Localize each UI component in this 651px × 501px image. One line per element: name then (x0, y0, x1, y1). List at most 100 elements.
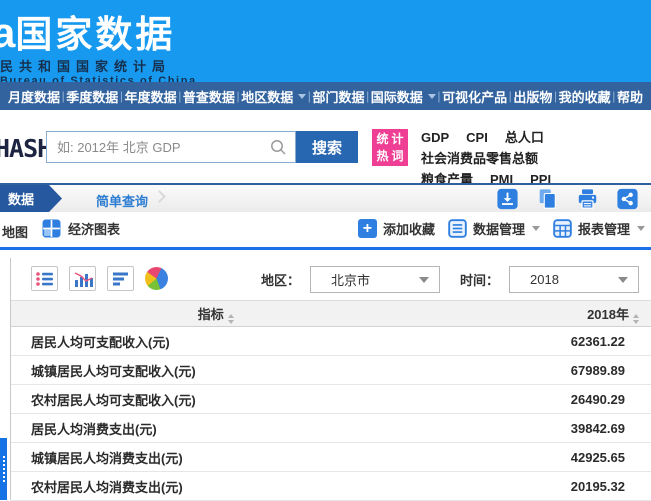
region-select[interactable]: 北京市 (310, 266, 440, 293)
toolbar-item-economic-charts[interactable]: 经济图表 (42, 219, 120, 238)
table-row[interactable]: 居民人均可支配收入(元)62361.22 (11, 327, 651, 356)
main-nav: 月度数据|季度数据|年度数据|普查数据|地区数据|部门数据|国际数据|可视化产品… (0, 82, 651, 110)
data-manage-menu[interactable]: 数据管理 (448, 219, 540, 238)
data-manage-label: 数据管理 (473, 219, 525, 238)
sidebar-expand-handle[interactable] (0, 438, 7, 500)
copy-icon[interactable] (536, 188, 559, 210)
value-cell: 20195.32 (421, 479, 651, 494)
indicator-cell: 城镇居民人均可支配收入(元) (11, 361, 421, 380)
value-cell: 39842.69 (421, 421, 651, 436)
hot-word[interactable]: 总人口 (505, 130, 544, 145)
bar-chart-view-button[interactable] (69, 266, 96, 291)
sort-icon (228, 314, 234, 324)
time-value: 2018 (510, 272, 618, 287)
region-caret-icon (419, 277, 429, 283)
nav-item-10[interactable]: 帮助 (617, 87, 643, 106)
indicator-header-label: 指标 (198, 307, 224, 322)
report-manage-icon (553, 219, 572, 238)
share-icon[interactable] (616, 188, 639, 210)
indicator-cell: 居民人均消费支出(元) (11, 419, 421, 438)
table-row[interactable]: 农村居民人均消费支出(元)20195.32 (11, 472, 651, 501)
site-logo: a 国家数据 民共和国国家统计局 Bureau of Statistics of… (0, 4, 197, 87)
list-view-button[interactable] (31, 266, 58, 291)
indicator-cell: 农村居民人均可支配收入(元) (11, 390, 421, 409)
value-cell: 67989.89 (421, 363, 651, 378)
nav-item-2[interactable]: 年度数据 (125, 87, 177, 106)
search-box (46, 131, 296, 163)
year-header-label: 2018年 (587, 307, 629, 322)
hot-word[interactable]: GDP (421, 130, 449, 145)
nav-separator: | (236, 89, 239, 103)
action-icons (496, 188, 639, 210)
nav-item-6[interactable]: 国际数据 (371, 87, 436, 106)
economic-charts-icon (42, 219, 61, 238)
nav-separator: | (120, 89, 123, 103)
column-header-year[interactable]: 2018年 (421, 304, 651, 324)
nav-item-1[interactable]: 季度数据 (66, 87, 118, 106)
logo-prefix-letter: a (0, 9, 15, 57)
hbar-chart-view-button[interactable] (107, 266, 134, 291)
nav-separator: | (366, 89, 369, 103)
breadcrumb-chevron-icon (153, 190, 166, 203)
nav-separator: | (554, 89, 557, 103)
blue-divider (0, 247, 651, 250)
report-manage-label: 报表管理 (578, 219, 630, 238)
nav-item-3[interactable]: 普查数据 (183, 87, 235, 106)
nav-separator: | (308, 89, 311, 103)
nav-separator: | (437, 89, 440, 103)
logo-title: 国家数据 (15, 4, 175, 58)
column-header-indicator[interactable]: 指标 (11, 304, 421, 324)
value-cell: 26490.29 (421, 392, 651, 407)
handle-dots (3, 456, 5, 482)
nav-separator: | (612, 89, 615, 103)
search-input[interactable] (47, 140, 269, 155)
data-manage-icon (448, 219, 467, 238)
sort-icon (633, 314, 639, 324)
breadcrumb-simple-query[interactable]: 简单查询 (96, 191, 148, 210)
hot-words-badge[interactable]: 统计 热词 (372, 129, 408, 166)
nav-item-5[interactable]: 部门数据 (312, 87, 364, 106)
table-body: 居民人均可支配收入(元)62361.22城镇居民人均可支配收入(元)67989.… (11, 327, 651, 501)
logo-subtitle-cn: 民共和国国家统计局 (0, 56, 197, 75)
hot-badge-line2: 热词 (375, 148, 408, 165)
time-caret-icon (618, 277, 628, 283)
controls-row: 地区： 北京市 时间： 2018 (11, 258, 651, 300)
plus-icon: + (358, 219, 377, 238)
report-manage-menu[interactable]: 报表管理 (553, 219, 645, 238)
add-favorite-button[interactable]: + 添加收藏 (358, 219, 435, 238)
view-switcher (31, 266, 168, 291)
nav-item-4[interactable]: 地区数据 (241, 87, 306, 106)
toolbar-right: + 添加收藏 数据管理 报表管理 (358, 219, 645, 238)
nav-separator: | (62, 89, 65, 103)
site-header: a 国家数据 民共和国国家统计局 Bureau of Statistics of… (0, 0, 651, 82)
toolbar-row: 地图 经济图表 + 添加收藏 数据管理 (0, 212, 651, 247)
nav-caret-icon (428, 94, 436, 99)
nav-item-9[interactable]: 我的收藏 (559, 87, 611, 106)
hot-badge-line1: 统计 (375, 131, 408, 148)
breadcrumb-tab-data[interactable]: 数据 (0, 185, 62, 212)
hot-word[interactable]: 社会消费品零售总额 (421, 151, 538, 166)
search-button[interactable]: 搜索 (296, 131, 358, 163)
add-favorite-label: 添加收藏 (383, 219, 435, 238)
time-select[interactable]: 2018 (509, 266, 639, 293)
pie-chart-view-button[interactable] (145, 267, 168, 290)
print-icon[interactable] (576, 188, 599, 210)
download-icon[interactable] (496, 188, 519, 210)
nav-item-7[interactable]: 可视化产品 (442, 87, 507, 106)
hbar-chart-view-icon (111, 271, 131, 287)
list-view-icon (35, 271, 55, 287)
table-row[interactable]: 居民人均消费支出(元)39842.69 (11, 414, 651, 443)
hot-word[interactable]: CPI (466, 130, 488, 145)
region-label: 地区： (261, 270, 300, 289)
data-panel: 地区： 北京市 时间： 2018 指标 2018年 居民人均可支配收入(元)62… (10, 258, 651, 500)
table-row[interactable]: 城镇居民人均消费支出(元)42925.65 (11, 443, 651, 472)
table-row[interactable]: 农村居民人均可支配收入(元)26490.29 (11, 385, 651, 414)
nav-item-0[interactable]: 月度数据 (8, 87, 60, 106)
region-value: 北京市 (311, 270, 419, 289)
toolbar-item-map[interactable]: 地图 (2, 222, 28, 241)
table-header: 指标 2018年 (11, 300, 651, 327)
economic-charts-label: 经济图表 (68, 219, 120, 238)
nav-separator: | (509, 89, 512, 103)
table-row[interactable]: 城镇居民人均可支配收入(元)67989.89 (11, 356, 651, 385)
nav-item-8[interactable]: 出版物 (513, 87, 552, 106)
